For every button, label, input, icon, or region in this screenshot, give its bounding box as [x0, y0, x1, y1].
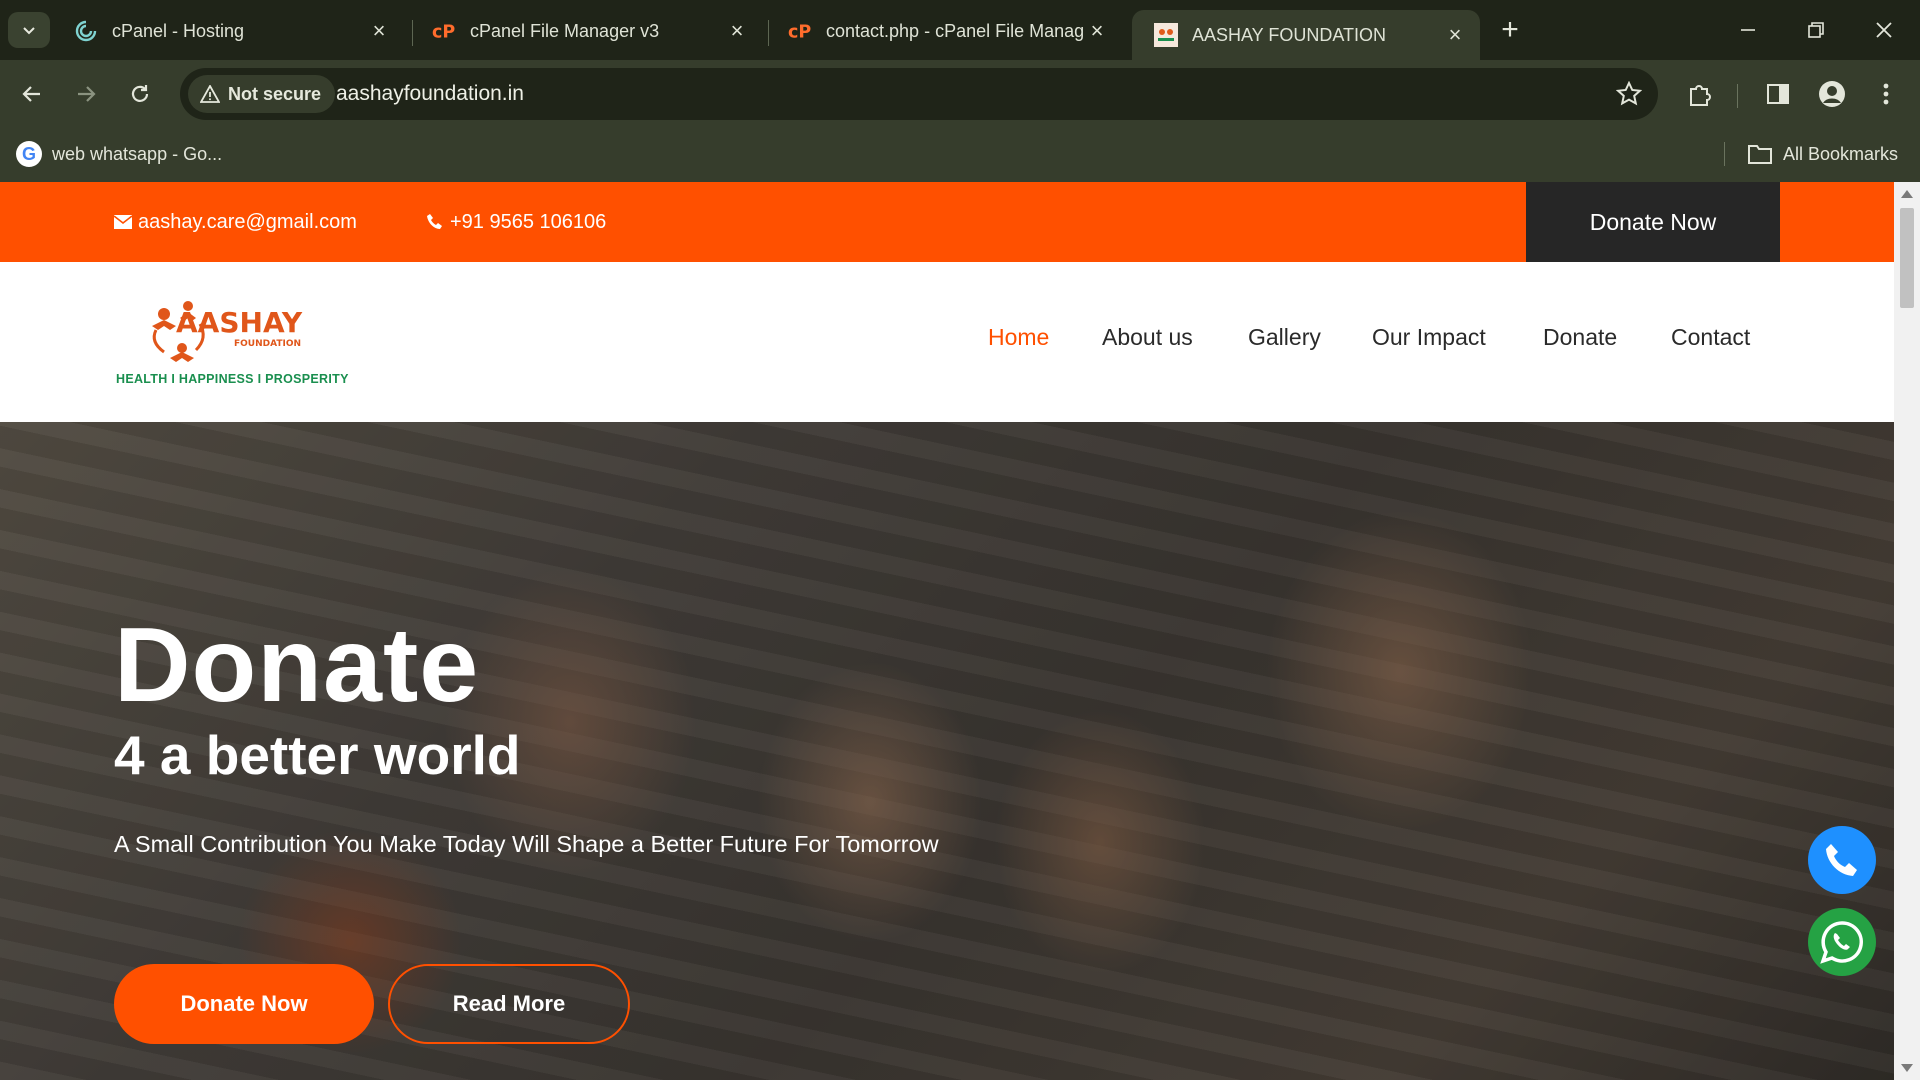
- svg-text:cP: cP: [788, 22, 811, 41]
- email-text: aashay.care@gmail.com: [138, 210, 357, 233]
- scroll-up-arrow-icon[interactable]: [1901, 190, 1913, 198]
- extensions-button[interactable]: [1684, 78, 1716, 110]
- back-button[interactable]: [12, 74, 52, 114]
- side-panel-button[interactable]: [1762, 78, 1794, 110]
- cpanel-swirl-icon: [74, 19, 98, 43]
- scroll-thumb[interactable]: [1900, 208, 1914, 308]
- url-text[interactable]: aashayfoundation.in: [336, 82, 524, 106]
- bookmark-star-icon[interactable]: [1615, 80, 1643, 112]
- scroll-down-arrow-icon[interactable]: [1901, 1064, 1913, 1072]
- close-window-button[interactable]: [1856, 10, 1912, 50]
- tab-cpanel-hosting[interactable]: cPanel - Hosting ×: [52, 10, 404, 52]
- svg-text:FOUNDATION: FOUNDATION: [234, 339, 301, 349]
- top-donate-button[interactable]: Donate Now: [1526, 182, 1780, 262]
- tab-cpanel-file-manager[interactable]: cP cPanel File Manager v3 ×: [410, 10, 762, 52]
- forward-button[interactable]: [66, 74, 106, 114]
- restore-icon: [1808, 22, 1824, 38]
- minimize-button[interactable]: [1720, 10, 1776, 50]
- hero-banner: Donate 4 a better world A Small Contribu…: [0, 422, 1894, 1080]
- folder-icon: [1747, 145, 1772, 164]
- puzzle-icon: [1690, 85, 1711, 106]
- all-bookmarks-label: All Bookmarks: [1782, 143, 1898, 164]
- browser-tab-strip: cPanel - Hosting × cP cPanel File Manage…: [0, 0, 1920, 60]
- hero-tagline: A Small Contribution You Make Today Will…: [114, 831, 939, 857]
- page-scrollbar[interactable]: [1894, 182, 1920, 1080]
- whatsapp-icon: [1820, 921, 1863, 964]
- tab-title: AASHAY FOUNDATION: [1192, 24, 1387, 45]
- arrow-right-icon: [78, 86, 96, 102]
- svg-text:AASHAY: AASHAY: [176, 306, 303, 339]
- envelope-icon: [114, 215, 132, 229]
- logo-tagline: HEALTH I HAPPINESS I PROSPERITY: [116, 372, 349, 386]
- profile-icon: [1819, 81, 1845, 107]
- address-bar[interactable]: Not secure aashayfoundation.in: [180, 68, 1658, 120]
- arrow-left-icon: [22, 86, 40, 102]
- all-bookmarks-button[interactable]: All Bookmarks: [1747, 138, 1898, 170]
- new-tab-button[interactable]: +: [1494, 13, 1526, 46]
- close-icon[interactable]: ×: [724, 18, 750, 44]
- page-viewport: aashay.care@gmail.com +91 9565 106106 Do…: [0, 182, 1920, 1080]
- phone-icon: [1826, 844, 1857, 876]
- bookmark-label: web whatsapp - Go...: [52, 143, 223, 164]
- security-label: Not secure: [228, 83, 322, 104]
- cpanel-icon: cP: [788, 19, 812, 43]
- nav-contact[interactable]: Contact: [1671, 324, 1750, 351]
- cpanel-icon: cP: [432, 19, 456, 43]
- hero-title: Donate: [114, 606, 480, 724]
- hero-donate-button[interactable]: Donate Now: [114, 964, 374, 1044]
- chevron-down-icon: [23, 27, 35, 35]
- tab-title: contact.php - cPanel File Manag: [826, 20, 1084, 41]
- bookmarks-separator: [1724, 142, 1725, 166]
- hero-read-more-button[interactable]: Read More: [388, 964, 630, 1044]
- minimize-icon: [1741, 29, 1755, 31]
- restore-button[interactable]: [1788, 10, 1844, 50]
- bookmark-web-whatsapp[interactable]: G web whatsapp - Go...: [16, 138, 222, 170]
- aashay-logo-icon: [1154, 23, 1178, 47]
- phone-text: +91 9565 106106: [450, 210, 607, 233]
- reload-icon: [131, 85, 149, 102]
- site-header: AASHAY FOUNDATION HEALTH I HAPPINESS I P…: [0, 262, 1894, 426]
- nav-our-impact[interactable]: Our Impact: [1372, 324, 1486, 351]
- security-chip[interactable]: Not secure: [188, 75, 336, 113]
- tab-aashay-foundation[interactable]: AASHAY FOUNDATION ×: [1132, 10, 1480, 60]
- bookmarks-bar: G web whatsapp - Go... All Bookmarks: [0, 128, 1920, 182]
- side-panel-icon: [1767, 84, 1789, 104]
- site-logo[interactable]: AASHAY FOUNDATION HEALTH I HAPPINESS I P…: [116, 296, 349, 396]
- phone-contact[interactable]: +91 9565 106106: [426, 208, 606, 236]
- menu-button[interactable]: [1870, 78, 1902, 110]
- nav-gallery[interactable]: Gallery: [1248, 324, 1321, 351]
- tab-search-button[interactable]: [8, 12, 50, 48]
- svg-text:cP: cP: [432, 22, 455, 41]
- floating-whatsapp-button[interactable]: [1808, 908, 1876, 976]
- tab-contact-php[interactable]: cP contact.php - cPanel File Manag ×: [766, 10, 1122, 52]
- email-contact[interactable]: aashay.care@gmail.com: [114, 208, 357, 236]
- floating-call-button[interactable]: [1808, 826, 1876, 894]
- more-vert-icon: [1883, 83, 1889, 105]
- profile-button[interactable]: [1816, 78, 1848, 110]
- google-icon: G: [16, 141, 42, 167]
- browser-toolbar: Not secure aashayfoundation.in: [0, 60, 1920, 128]
- close-icon[interactable]: ×: [366, 18, 392, 44]
- close-icon[interactable]: ×: [1084, 18, 1110, 44]
- phone-icon: [427, 214, 442, 229]
- logo-wordmark: AASHAY FOUNDATION: [176, 306, 303, 349]
- hero-subtitle: 4 a better world: [114, 724, 521, 786]
- top-contact-bar: aashay.care@gmail.com +91 9565 106106 Do…: [0, 182, 1894, 262]
- reload-button[interactable]: [120, 74, 160, 114]
- toolbar-separator: [1737, 84, 1738, 108]
- warning-icon: [200, 85, 220, 103]
- close-icon[interactable]: ×: [1442, 22, 1468, 48]
- tab-title: cPanel - Hosting: [112, 20, 245, 41]
- tab-title: cPanel File Manager v3: [470, 20, 660, 41]
- nav-donate[interactable]: Donate: [1543, 324, 1617, 351]
- nav-home[interactable]: Home: [988, 324, 1049, 351]
- nav-about-us[interactable]: About us: [1102, 324, 1193, 351]
- close-icon: [1876, 22, 1892, 38]
